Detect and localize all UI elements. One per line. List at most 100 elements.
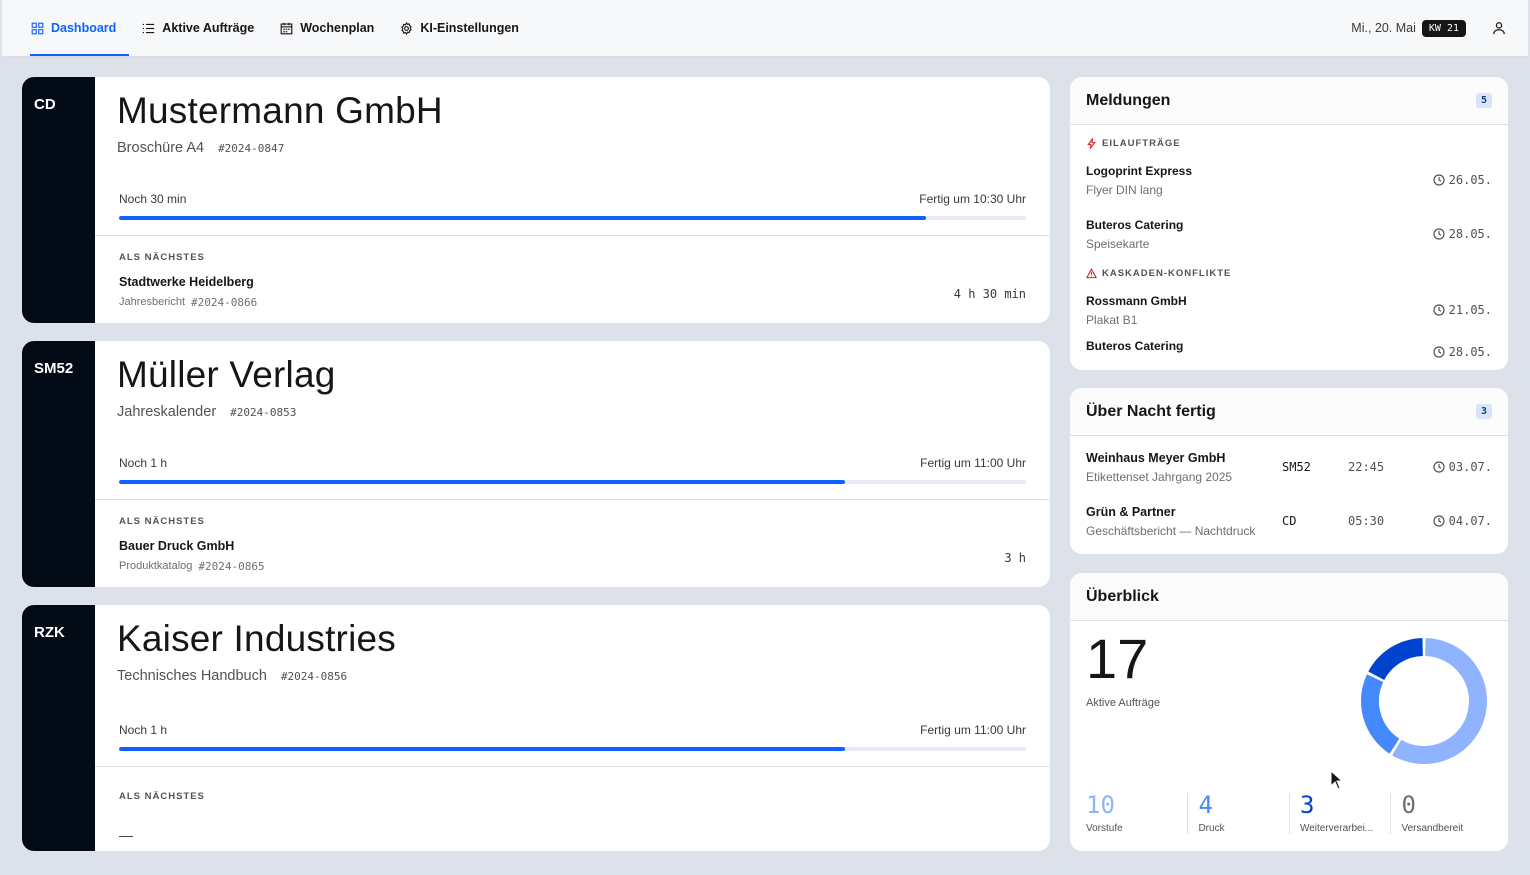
current-product: Jahreskalender — [117, 404, 217, 420]
current-job-info: Jahreskalender #2024-0853 — [117, 404, 296, 420]
overnight-date-text: 03.07. — [1448, 460, 1492, 474]
stat-value: 10 — [1086, 791, 1115, 819]
finish-time: Fertig um 11:00 Uhr — [920, 723, 1026, 737]
remaining-time: Noch 1 h — [119, 456, 168, 470]
nav-right: Mi., 20. Mai KW 21 — [1351, 0, 1528, 56]
due-date-text: 28.05. — [1448, 227, 1492, 241]
next-job-number: #2024-0866 — [191, 296, 258, 309]
progress-fill — [119, 216, 927, 220]
overview-header: Überblick — [1070, 573, 1508, 621]
message-item[interactable]: Logoprint Express Flyer DIN lang 26.05. — [1070, 153, 1508, 207]
tab-label: Wochenplan — [300, 21, 375, 35]
tab-label: KI-Einstellungen — [420, 21, 519, 35]
overnight-date: 04.07. — [1433, 514, 1492, 528]
message-customer: Buteros Catering — [1086, 217, 1184, 232]
overnight-item[interactable]: Grün & Partner Geschäftsbericht — Nachtd… — [1070, 494, 1508, 548]
overnight-customer: Grün & Partner — [1086, 504, 1176, 519]
progress-bar — [119, 216, 1026, 220]
stat-druck[interactable]: 4 Druck — [1187, 793, 1289, 834]
stat-label: Druck — [1198, 823, 1225, 834]
app-frame: Dashboard Aktive Aufträge Wochenplan KI-… — [2, 0, 1528, 873]
message-customer: Buteros Catering — [1086, 339, 1184, 353]
calendar-icon — [280, 22, 293, 34]
stat-value: 0 — [1401, 791, 1416, 819]
next-label: ALS NÄCHSTES — [119, 516, 205, 527]
tab-ki-einstellungen[interactable]: KI-Einstellungen — [387, 0, 532, 56]
clock-icon — [1433, 228, 1445, 240]
machine-card-sm52[interactable]: SM52 Müller Verlag Jahreskalender #2024-… — [22, 341, 1050, 587]
overview-panel: Überblick 17 Aktive Aufträge 10 Vorstufe… — [1070, 573, 1508, 851]
message-item[interactable]: Buteros Catering Speisekarte 28.05. — [1070, 207, 1508, 261]
user-icon — [1493, 22, 1505, 35]
message-product: Plakat B1 — [1086, 312, 1138, 327]
clock-icon — [1433, 515, 1445, 527]
panel-title: Meldungen — [1086, 91, 1171, 109]
current-job-number: #2024-0853 — [230, 406, 297, 419]
next-job-number: #2024-0865 — [198, 560, 265, 573]
next-duration: 4 h 30 min — [953, 287, 1026, 301]
current-customer: Müller Verlag — [117, 354, 336, 395]
progress-fill — [119, 480, 845, 484]
current-date: Mi., 20. Mai — [1351, 21, 1416, 35]
stat-vorstufe[interactable]: 10 Vorstufe — [1086, 793, 1187, 834]
next-customer: Bauer Druck GmbH — [119, 539, 235, 553]
overnight-item[interactable]: Weinhaus Meyer GmbH Etikettenset Jahrgan… — [1070, 440, 1508, 494]
lightning-icon — [1087, 137, 1096, 149]
tab-wochenplan[interactable]: Wochenplan — [267, 0, 387, 56]
panel-title: Überblick — [1086, 587, 1159, 605]
remaining-time: Noch 1 h — [119, 723, 168, 737]
overnight-customer: Weinhaus Meyer GmbH — [1086, 450, 1226, 465]
stat-label: Versandbereit — [1401, 823, 1464, 834]
stat-weiterverarbeitung[interactable]: 3 Weiterverarbei... — [1288, 791, 1391, 834]
due-date: 21.05. — [1433, 303, 1492, 317]
overnight-panel: Über Nacht fertig 3 Weinhaus Meyer GmbH … — [1070, 388, 1508, 554]
machine-content: Kaiser Industries Technisches Handbuch #… — [95, 605, 1050, 851]
rush-section-label: EILAUFTRÄGE — [1070, 133, 1508, 153]
remaining-time: Noch 30 min — [119, 192, 187, 206]
overnight-header: Über Nacht fertig 3 — [1070, 388, 1508, 436]
overnight-product: Etikettenset Jahrgang 2025 — [1086, 469, 1233, 484]
conflict-section-label: KASKADEN-KONFLIKTE — [1070, 263, 1508, 283]
overnight-time: 05:30 — [1348, 514, 1385, 528]
next-duration: 3 h — [1004, 551, 1026, 565]
stage-stats: 10 Vorstufe 4 Druck 3 Weiterverarbei... … — [1070, 793, 1508, 834]
machine-code: RZK — [22, 605, 95, 851]
week-badge: KW 21 — [1421, 19, 1466, 37]
clock-icon — [1433, 461, 1445, 473]
finish-time: Fertig um 10:30 Uhr — [919, 192, 1026, 206]
due-date-text: 21.05. — [1448, 303, 1492, 317]
clock-icon — [1433, 174, 1445, 186]
message-item[interactable]: Rossmann GmbH Plakat B1 21.05. — [1070, 283, 1508, 337]
machine-card-cd[interactable]: CD Mustermann GmbH Broschüre A4 #2024-08… — [22, 77, 1050, 323]
current-product: Technisches Handbuch — [117, 668, 267, 684]
panel-title: Über Nacht fertig — [1086, 402, 1216, 420]
donut-segment-0 — [1392, 638, 1487, 764]
list-icon — [143, 23, 155, 33]
divider — [95, 766, 1050, 767]
machine-card-rzk[interactable]: RZK Kaiser Industries Technisches Handbu… — [22, 605, 1050, 851]
machine-code: CD — [22, 77, 95, 323]
message-product: Flyer DIN lang — [1086, 182, 1163, 197]
next-customer: Stadtwerke Heidelberg — [119, 275, 254, 289]
tab-dashboard[interactable]: Dashboard — [18, 0, 130, 56]
progress-fill — [119, 747, 845, 751]
stat-value: 3 — [1299, 791, 1315, 819]
messages-panel: Meldungen 5 EILAUFTRÄGE Logoprint Expres… — [1070, 77, 1508, 370]
tab-label: Aktive Aufträge — [162, 21, 255, 35]
section-label-text: EILAUFTRÄGE — [1102, 137, 1181, 149]
donut-segment-1 — [1361, 674, 1400, 754]
machine-code: SM52 — [22, 341, 95, 587]
message-item[interactable]: Buteros Catering 28.05. — [1070, 337, 1508, 370]
next-label: ALS NÄCHSTES — [119, 791, 205, 802]
overnight-machine: SM52 — [1282, 460, 1311, 474]
next-job-meta: Produktkatalog #2024-0865 — [119, 560, 265, 573]
user-profile-button[interactable] — [1492, 21, 1506, 35]
active-orders-label: Aktive Aufträge — [1086, 697, 1160, 709]
stat-versandbereit[interactable]: 0 Versandbereit — [1390, 793, 1492, 834]
due-date: 28.05. — [1433, 227, 1492, 241]
current-job-info: Technisches Handbuch #2024-0856 — [117, 668, 347, 684]
current-job-number: #2024-0847 — [218, 142, 285, 155]
tab-aktive-auftraege[interactable]: Aktive Aufträge — [129, 0, 267, 56]
current-job-info: Broschüre A4 #2024-0847 — [117, 140, 284, 156]
donut-segment-2 — [1368, 638, 1424, 681]
